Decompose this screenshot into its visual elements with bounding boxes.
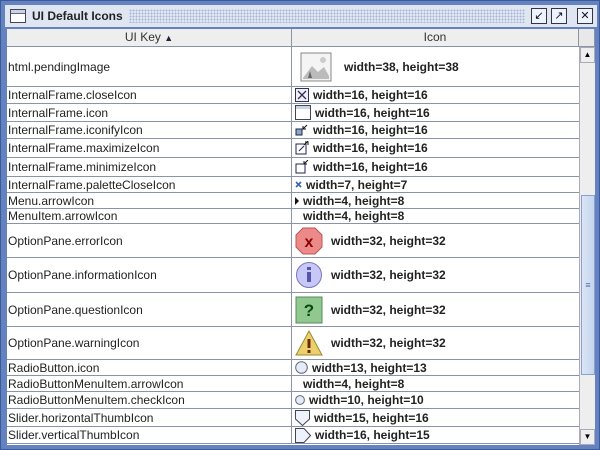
- ui-key-cell: InternalFrame.closeIcon: [7, 87, 292, 103]
- internal-frame: UI Default Icons ↙ ↗ ✕ UI Key ▲ Icon htm…: [0, 0, 600, 450]
- radio-icon: [295, 361, 308, 374]
- maximize-icon: [295, 141, 309, 155]
- icon-cell: x width=32, height=32: [292, 224, 579, 257]
- column-header-icon[interactable]: Icon: [292, 29, 579, 46]
- title-bar-texture: [128, 9, 525, 23]
- window-title: UI Default Icons: [32, 9, 123, 23]
- icon-cell: width=4, height=8: [303, 376, 405, 391]
- ui-key-cell: Slider.verticalThumbIcon: [7, 427, 292, 443]
- table-body: html.pendingImage width=38, height=38 Int…: [7, 47, 579, 444]
- icon-cell: width=7, height=7: [292, 177, 579, 192]
- header-corner: [579, 29, 595, 46]
- ui-key-cell: OptionPane.questionIcon: [7, 293, 292, 326]
- table-row[interactable]: Slider.verticalThumbIcon width=16, heigh…: [7, 427, 579, 444]
- icon-cell: width=16, height=16: [292, 87, 579, 103]
- ui-key-cell: OptionPane.informationIcon: [7, 258, 292, 292]
- table-row[interactable]: RadioButton.icon width=13, height=13: [7, 360, 579, 376]
- scroll-thumb[interactable]: ≡: [581, 195, 595, 375]
- icon-cell: width=38, height=38: [292, 47, 579, 86]
- svg-text:x: x: [305, 234, 314, 251]
- icon-cell: width=4, height=8: [303, 209, 405, 223]
- table-header: UI Key ▲ Icon: [7, 29, 595, 47]
- image-icon: [300, 52, 332, 82]
- table-row[interactable]: OptionPane.informationIcon width=32, hei…: [7, 258, 579, 293]
- table-row[interactable]: OptionPane.warningIcon width=32, height=…: [7, 327, 579, 360]
- ui-key-cell: InternalFrame.iconifyIcon: [7, 122, 292, 138]
- error-icon: x: [295, 227, 323, 255]
- table-row[interactable]: InternalFrame.iconifyIcon width=16, heig…: [7, 122, 579, 139]
- ui-key-cell: RadioButton.icon: [7, 360, 292, 375]
- warning-icon: [295, 330, 323, 356]
- frame-icon: [10, 9, 26, 23]
- ui-key-cell: RadioButtonMenuItem.arrowIcon: [7, 376, 292, 391]
- iconify-icon: [295, 124, 309, 136]
- small-x-icon: [295, 181, 302, 188]
- icon-cell: width=13, height=13: [292, 360, 579, 375]
- icon-cell: width=16, height=16: [292, 122, 579, 138]
- icon-cell: width=15, height=16: [292, 409, 579, 426]
- radio-small-icon: [295, 395, 305, 405]
- ui-key-cell: Menu.arrowIcon: [7, 193, 292, 208]
- table-row[interactable]: RadioButtonMenuItem.arrowIcon width=4, h…: [7, 376, 579, 392]
- table-row[interactable]: RadioButtonMenuItem.checkIcon width=10, …: [7, 392, 579, 409]
- table-row[interactable]: OptionPane.questionIcon ? width=32, heigh…: [7, 293, 579, 327]
- table-row[interactable]: InternalFrame.maximizeIcon width=16, hei…: [7, 139, 579, 158]
- icon-cell: width=32, height=32: [292, 327, 579, 359]
- table-row[interactable]: OptionPane.errorIcon x width=32, height=3…: [7, 224, 579, 258]
- icon-cell: width=16, height=15: [292, 427, 579, 443]
- sort-ascending-icon: ▲: [164, 33, 174, 43]
- icon-cell: width=32, height=32: [292, 258, 579, 292]
- table-row[interactable]: Menu.arrowIcon width=4, height=8: [7, 193, 579, 209]
- ui-key-cell: InternalFrame.icon: [7, 104, 292, 121]
- title-bar[interactable]: UI Default Icons ↙ ↗ ✕: [5, 5, 597, 27]
- table-scroll-pane: UI Key ▲ Icon html.pendingImage width=38…: [7, 29, 595, 445]
- scroll-down-button[interactable]: ▼: [580, 429, 595, 445]
- close-icon: [295, 88, 309, 102]
- table-row[interactable]: Slider.horizontalThumbIcon width=15, hei…: [7, 409, 579, 427]
- slider-horizontal-thumb-icon: [295, 409, 310, 426]
- ui-key-cell: InternalFrame.paletteCloseIcon: [7, 177, 292, 192]
- icon-cell: ? width=32, height=32: [292, 293, 579, 326]
- iconify-button[interactable]: ↙: [531, 8, 547, 24]
- table-row[interactable]: InternalFrame.minimizeIcon width=16, hei…: [7, 158, 579, 177]
- vertical-scrollbar[interactable]: ▲ ≡ ▼: [579, 47, 595, 445]
- icon-cell: width=16, height=16: [292, 158, 579, 176]
- ui-key-cell: InternalFrame.minimizeIcon: [7, 158, 292, 176]
- ui-key-cell: OptionPane.errorIcon: [7, 224, 292, 257]
- close-button[interactable]: ✕: [577, 8, 593, 24]
- table-row[interactable]: InternalFrame.paletteCloseIcon width=7, …: [7, 177, 579, 193]
- icon-cell: width=10, height=10: [292, 392, 579, 408]
- ui-key-cell: MenuItem.arrowIcon: [7, 209, 292, 223]
- icon-cell: width=16, height=16: [292, 104, 579, 121]
- maximize-button[interactable]: ↗: [551, 8, 567, 24]
- question-icon: ?: [295, 296, 323, 324]
- svg-text:?: ?: [304, 301, 314, 320]
- slider-vertical-thumb-icon: [295, 427, 311, 443]
- arrow-right-icon: [295, 196, 299, 205]
- ui-key-cell: html.pendingImage: [7, 47, 292, 86]
- table-row[interactable]: InternalFrame.icon width=16, height=16: [7, 104, 579, 122]
- ui-key-cell: OptionPane.warningIcon: [7, 327, 292, 359]
- minimize-icon: [295, 160, 309, 174]
- icon-cell: width=4, height=8: [292, 193, 579, 208]
- ui-key-cell: RadioButtonMenuItem.checkIcon: [7, 392, 292, 408]
- frame-icon: [295, 105, 311, 120]
- information-icon: [295, 261, 323, 289]
- column-header-ui-key[interactable]: UI Key ▲: [7, 29, 292, 46]
- scroll-up-button[interactable]: ▲: [580, 47, 595, 63]
- table-row[interactable]: InternalFrame.closeIcon width=16, height…: [7, 87, 579, 104]
- icon-cell: width=16, height=16: [292, 139, 579, 157]
- table-row[interactable]: MenuItem.arrowIcon width=4, height=8: [7, 209, 579, 224]
- ui-key-cell: Slider.horizontalThumbIcon: [7, 409, 292, 426]
- table-row[interactable]: html.pendingImage width=38, height=38: [7, 47, 579, 87]
- ui-key-cell: InternalFrame.maximizeIcon: [7, 139, 292, 157]
